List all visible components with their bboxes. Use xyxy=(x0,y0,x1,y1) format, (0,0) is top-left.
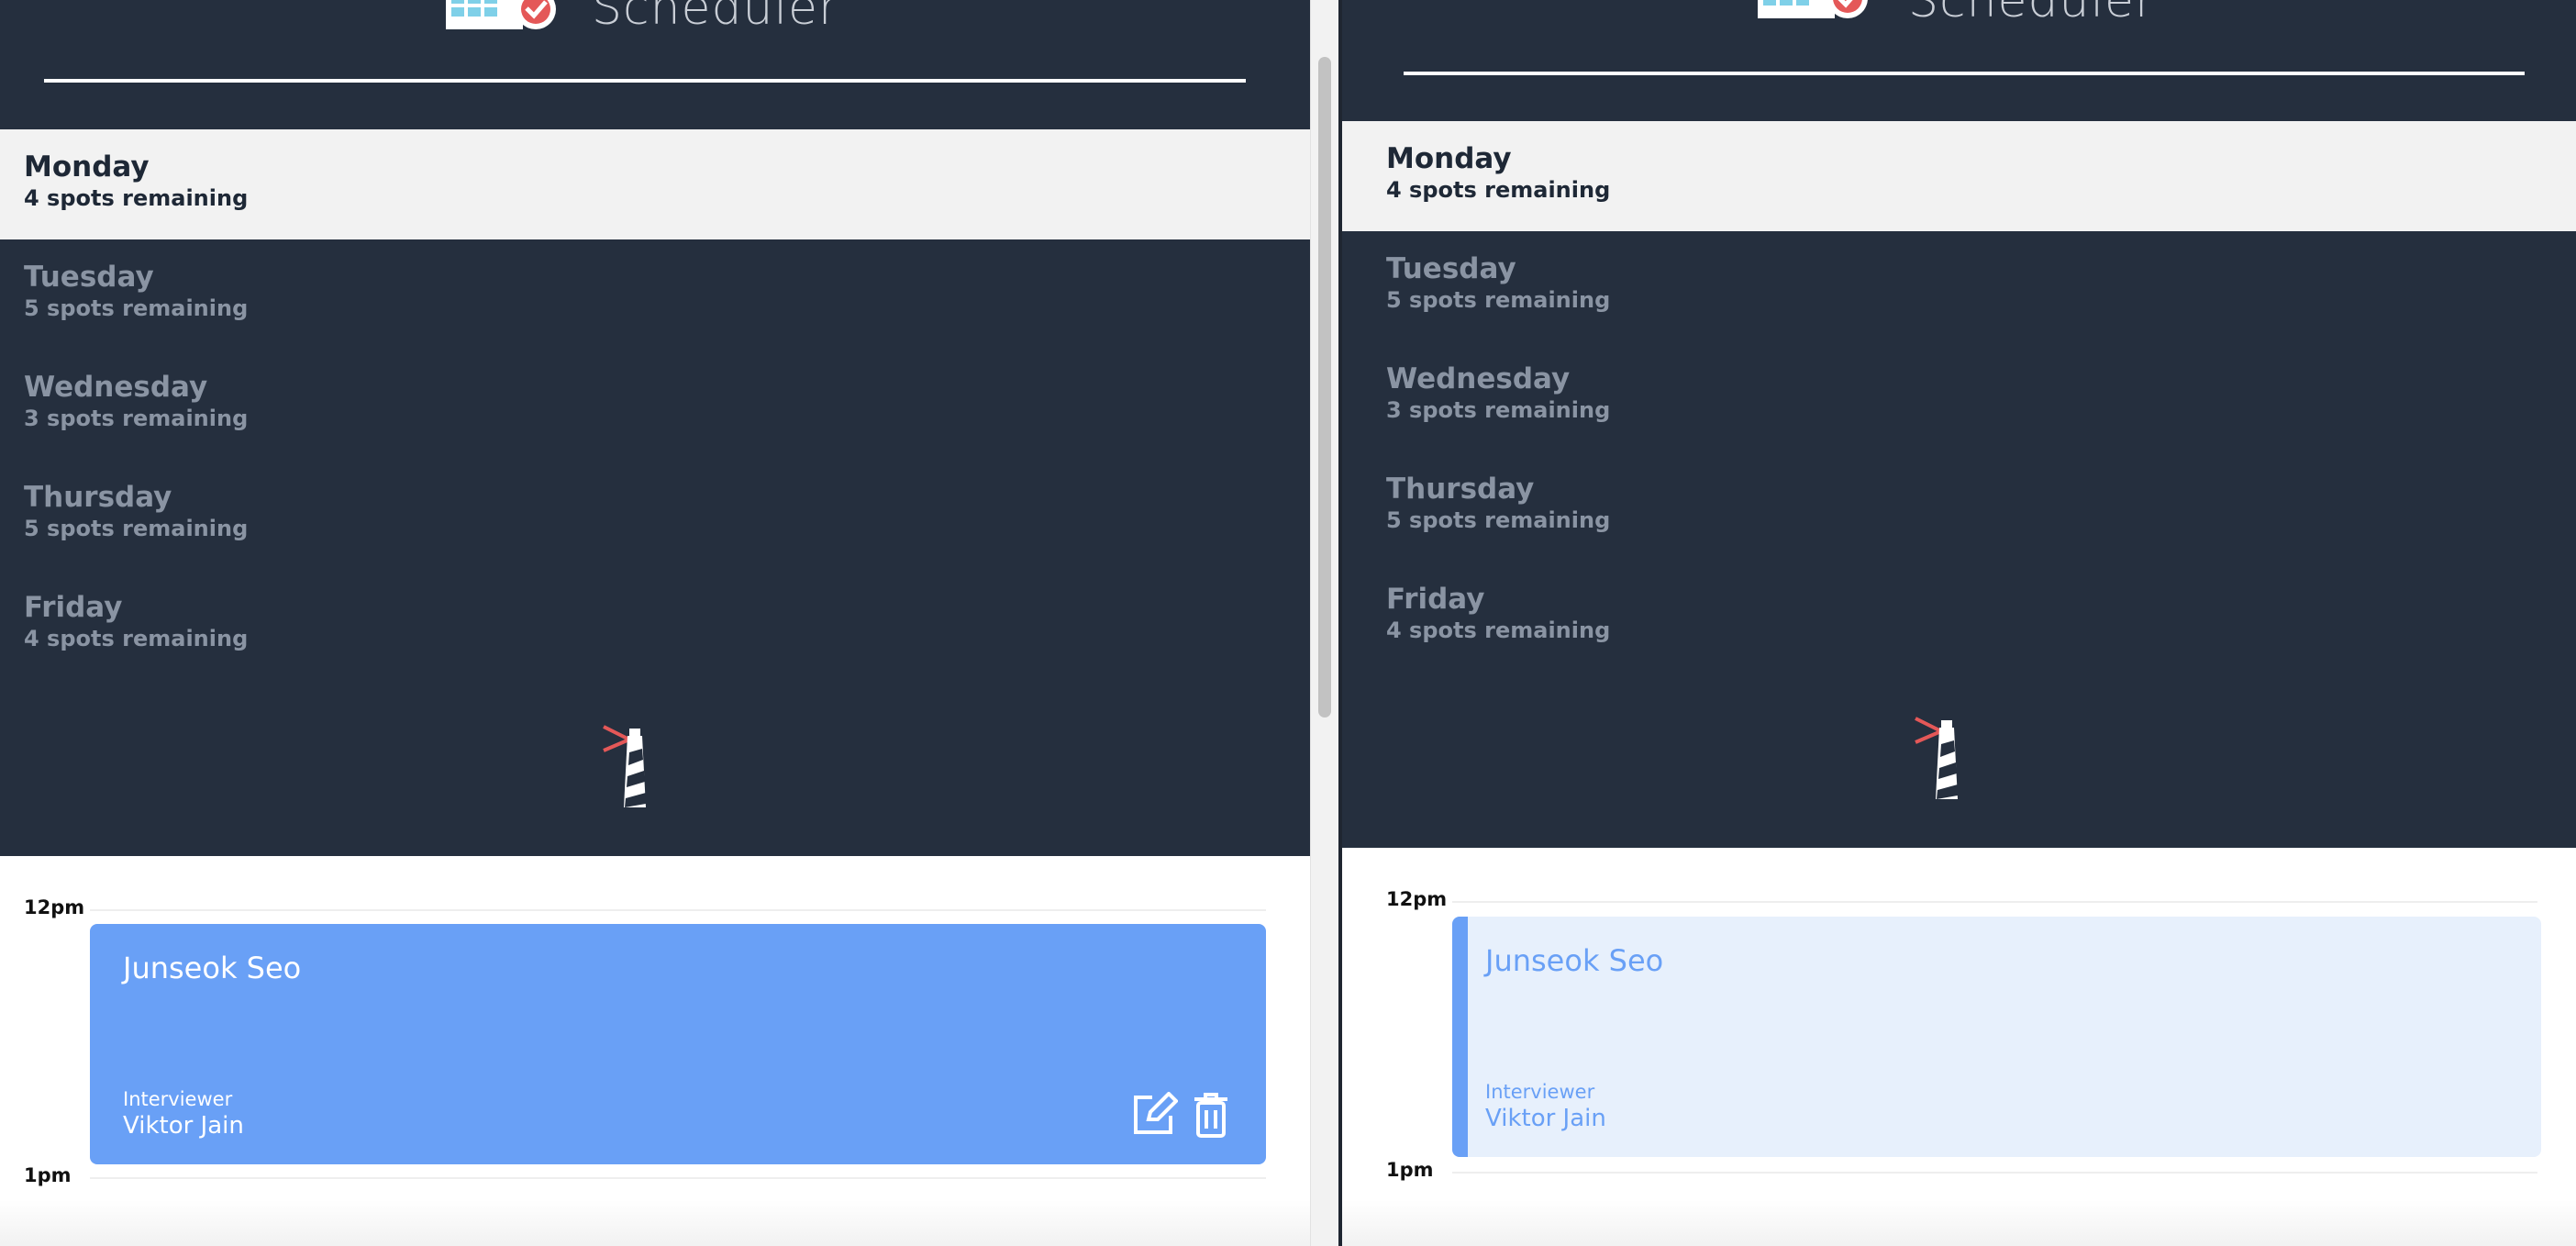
lighthouse-logo-icon xyxy=(602,723,657,815)
schedule: 12pm Junseok Seo Interviewer Viktor Jain… xyxy=(1342,848,2576,1246)
interviewer-label: Interviewer xyxy=(1485,1081,1595,1103)
trash-icon[interactable] xyxy=(1187,1091,1235,1139)
header-divider xyxy=(1404,72,2525,75)
day-item-tuesday[interactable]: Tuesday 5 spots remaining xyxy=(1342,231,2576,341)
day-spots: 4 spots remaining xyxy=(24,626,249,651)
hour-label: 12pm xyxy=(24,896,85,918)
header-divider xyxy=(44,79,1246,83)
appointment-card[interactable]: Junseok Seo Interviewer Viktor Jain xyxy=(1452,917,2541,1157)
day-name: Tuesday xyxy=(24,261,154,294)
day-spots: 4 spots remaining xyxy=(1386,617,1611,643)
hour-line xyxy=(1452,901,2537,903)
day-name: Monday xyxy=(1386,142,1512,175)
student-name: Junseok Seo xyxy=(123,951,302,985)
hour-label: 12pm xyxy=(1386,888,1448,910)
day-spots: 4 spots remaining xyxy=(24,185,249,211)
header: Scheduler xyxy=(0,0,1310,129)
brand-name: Scheduler xyxy=(1908,0,2156,28)
day-spots: 5 spots remaining xyxy=(1386,507,1611,533)
schedule: 12pm Junseok Seo Interviewer Viktor Jain xyxy=(0,856,1310,1246)
scrollbar[interactable] xyxy=(1310,0,1338,1246)
brand-name: Scheduler xyxy=(592,0,839,36)
day-spots: 3 spots remaining xyxy=(1386,397,1611,423)
hour-label: 1pm xyxy=(24,1164,72,1186)
day-spots: 5 spots remaining xyxy=(24,516,249,541)
day-item-friday[interactable]: Friday 4 spots remaining xyxy=(0,570,1310,680)
day-name: Tuesday xyxy=(1386,252,1516,285)
day-name: Monday xyxy=(24,150,150,184)
appointment-actions xyxy=(1130,1091,1235,1139)
interviewer-name: Viktor Jain xyxy=(123,1112,244,1140)
hour-line xyxy=(90,1177,1266,1179)
day-item-thursday[interactable]: Thursday 5 spots remaining xyxy=(1342,451,2576,562)
student-name: Junseok Seo xyxy=(1485,943,1664,978)
edit-icon[interactable] xyxy=(1130,1091,1178,1139)
hour-line xyxy=(1452,1172,2537,1174)
day-spots: 5 spots remaining xyxy=(24,295,249,321)
calendar-check-icon xyxy=(444,0,572,33)
calendar-check-icon xyxy=(1756,0,1884,26)
day-spots: 4 spots remaining xyxy=(1386,177,1611,203)
day-item-monday[interactable]: Monday 4 spots remaining xyxy=(1342,121,2576,231)
scheduler-pane-default: Monday 4 spots remaining Tuesday 5 spots… xyxy=(1338,0,2576,1246)
day-item-wednesday[interactable]: Wednesday 3 spots remaining xyxy=(0,350,1310,460)
day-name: Thursday xyxy=(1386,473,1535,506)
bottom-fade xyxy=(0,1200,1310,1246)
day-item-wednesday[interactable]: Wednesday 3 spots remaining xyxy=(1342,341,2576,451)
interviewer-name: Viktor Jain xyxy=(1485,1105,1606,1132)
day-name: Wednesday xyxy=(1386,362,1571,395)
day-item-thursday[interactable]: Thursday 5 spots remaining xyxy=(0,460,1310,570)
day-item-monday[interactable]: Monday 4 spots remaining xyxy=(0,129,1310,239)
appointment-card[interactable]: Junseok Seo Interviewer Viktor Jain xyxy=(90,924,1266,1164)
hour-label: 1pm xyxy=(1386,1159,1434,1181)
lighthouse-logo-icon xyxy=(1914,715,1969,807)
bottom-fade xyxy=(1342,1200,2576,1246)
day-name: Friday xyxy=(24,591,123,624)
day-name: Thursday xyxy=(24,481,172,514)
day-name: Wednesday xyxy=(24,371,208,404)
scheduler-pane-hover: Scheduler Monday 4 spots remaining Tuesd… xyxy=(0,0,1310,1246)
day-spots: 3 spots remaining xyxy=(24,406,249,431)
day-item-tuesday[interactable]: Tuesday 5 spots remaining xyxy=(0,239,1310,350)
scrollbar-thumb[interactable] xyxy=(1318,57,1331,718)
day-spots: 5 spots remaining xyxy=(1386,287,1611,313)
day-name: Friday xyxy=(1386,583,1485,616)
interviewer-label: Interviewer xyxy=(123,1088,233,1110)
day-item-friday[interactable]: Friday 4 spots remaining xyxy=(1342,562,2576,672)
hour-line xyxy=(90,909,1266,911)
